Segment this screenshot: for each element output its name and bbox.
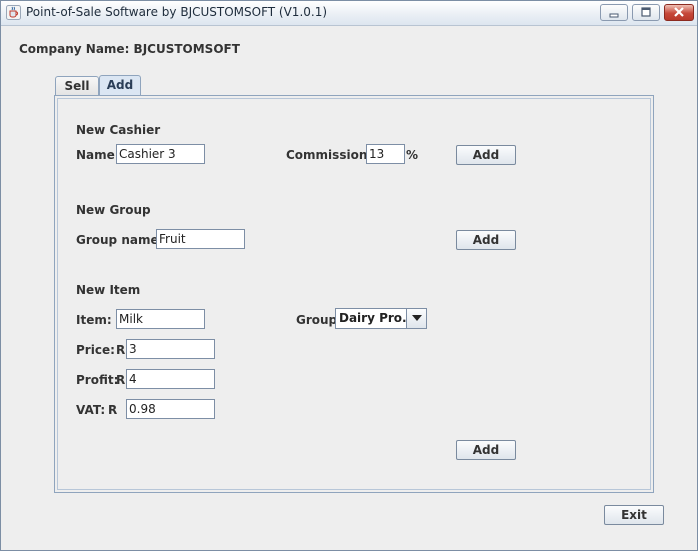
profit-label: Profit: [76,373,119,387]
new-cashier-heading: New Cashier [76,123,161,137]
cashier-name-label: Name: [76,148,120,162]
commission-label: Commission: [286,148,373,162]
vat-currency: R [108,403,118,417]
add-cashier-button[interactable]: Add [456,145,516,165]
maximize-icon [641,7,651,17]
new-item-heading: New Item [76,283,141,297]
app-window: Point-of-Sale Software by BJCUSTOMSOFT (… [0,0,698,551]
cashier-name-input[interactable] [116,144,205,164]
close-button[interactable] [664,4,694,21]
java-cup-icon [6,5,21,20]
profit-currency: R [116,373,126,387]
title-bar[interactable]: Point-of-Sale Software by BJCUSTOMSOFT (… [1,1,697,26]
exit-button[interactable]: Exit [604,505,664,525]
minimize-button[interactable] [600,4,628,21]
item-name-input[interactable] [116,309,205,329]
minimize-icon [609,13,619,18]
price-input[interactable] [126,339,215,359]
tab-sell[interactable]: Sell [55,76,99,96]
chevron-down-icon [411,315,422,321]
company-name-label: Company Name: BJCUSTOMSOFT [19,42,240,56]
add-group-button[interactable]: Add [456,230,516,250]
commission-input[interactable] [366,144,405,164]
item-label: Item: [76,313,112,327]
price-currency: R [116,343,126,357]
close-icon [674,7,684,17]
add-item-button[interactable]: Add [456,440,516,460]
group-name-input[interactable] [156,229,245,249]
vat-input[interactable] [126,399,215,419]
maximize-button[interactable] [632,4,660,21]
new-group-heading: New Group [76,203,151,217]
group-dropdown-button[interactable] [406,309,426,328]
profit-input[interactable] [126,369,215,389]
commission-unit: % [406,148,419,162]
group-select[interactable]: Dairy Pro... [335,308,427,329]
tab-add[interactable]: Add [99,75,141,96]
price-label: Price: [76,343,115,357]
window-title: Point-of-Sale Software by BJCUSTOMSOFT (… [26,5,328,19]
group-select-value: Dairy Pro... [339,311,416,325]
vat-label: VAT: [76,403,106,417]
group-name-label: Group name: [76,233,164,247]
